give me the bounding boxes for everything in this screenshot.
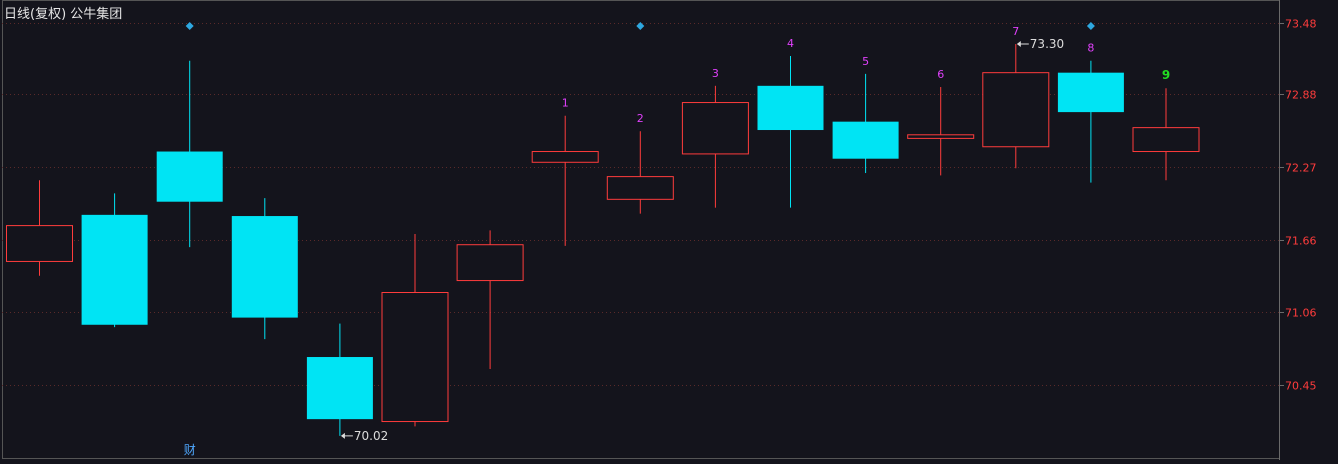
y-tick-label: 72.88 (1285, 89, 1317, 102)
price-annotation: 70.02 (354, 429, 388, 443)
sequence-count-label: 1 (562, 97, 569, 110)
sequence-count-label: 2 (637, 112, 644, 125)
candle-body-down (231, 216, 298, 318)
y-tick-label: 72.27 (1285, 162, 1317, 175)
y-tick-label: 71.66 (1285, 235, 1317, 248)
candle-body-up (982, 72, 1050, 148)
y-tick-label: 73.48 (1285, 18, 1317, 31)
candle-body-down (757, 85, 824, 131)
sequence-count-label: 5 (862, 55, 869, 68)
candle-body-up (381, 292, 449, 423)
diamond-marker (1086, 22, 1095, 30)
candle-body-up (6, 225, 73, 262)
chart-frame: 73.48 72.88 72.27 71.66 71.06 70.45 1 2 3 4 5 6 7 8 9 7… (0, 0, 1338, 460)
candle-body-up (606, 176, 674, 200)
diamond-marker (636, 22, 645, 30)
sequence-count-label: 4 (787, 37, 794, 50)
candle-body-down (306, 357, 373, 420)
sequence-count-label: 6 (937, 68, 944, 81)
candlestick-chart: 73.48 72.88 72.27 71.66 71.06 70.45 1 2 3 4 5 6 7 8 9 7… (2, 0, 1317, 460)
financial-report-label: 财 (184, 443, 196, 457)
annotation-arrow-head (1016, 41, 1021, 48)
price-annotation: 73.30 (1030, 37, 1064, 51)
candle-body-up (907, 134, 975, 139)
candle-body-down (156, 151, 223, 202)
candle-body-down (832, 121, 899, 159)
annotation-arrow-head (340, 432, 345, 439)
sequence-count-label: 9 (1162, 68, 1170, 82)
y-tick-label: 71.06 (1285, 307, 1317, 320)
candle-body-up (456, 244, 524, 282)
chart-title: 日线(复权) 公牛集团 (4, 7, 123, 22)
candle-body-down (1057, 72, 1124, 113)
candle-body-up (1132, 127, 1200, 153)
candle-body-up (681, 102, 749, 155)
sequence-count-label: 8 (1087, 42, 1094, 55)
candle-body-down (81, 214, 148, 325)
candle-body-up (531, 151, 599, 163)
sequence-count-label: 7 (1012, 25, 1019, 38)
y-tick-label: 70.45 (1285, 380, 1317, 393)
sequence-count-label: 3 (712, 67, 719, 80)
plot-border (2, 0, 1280, 459)
